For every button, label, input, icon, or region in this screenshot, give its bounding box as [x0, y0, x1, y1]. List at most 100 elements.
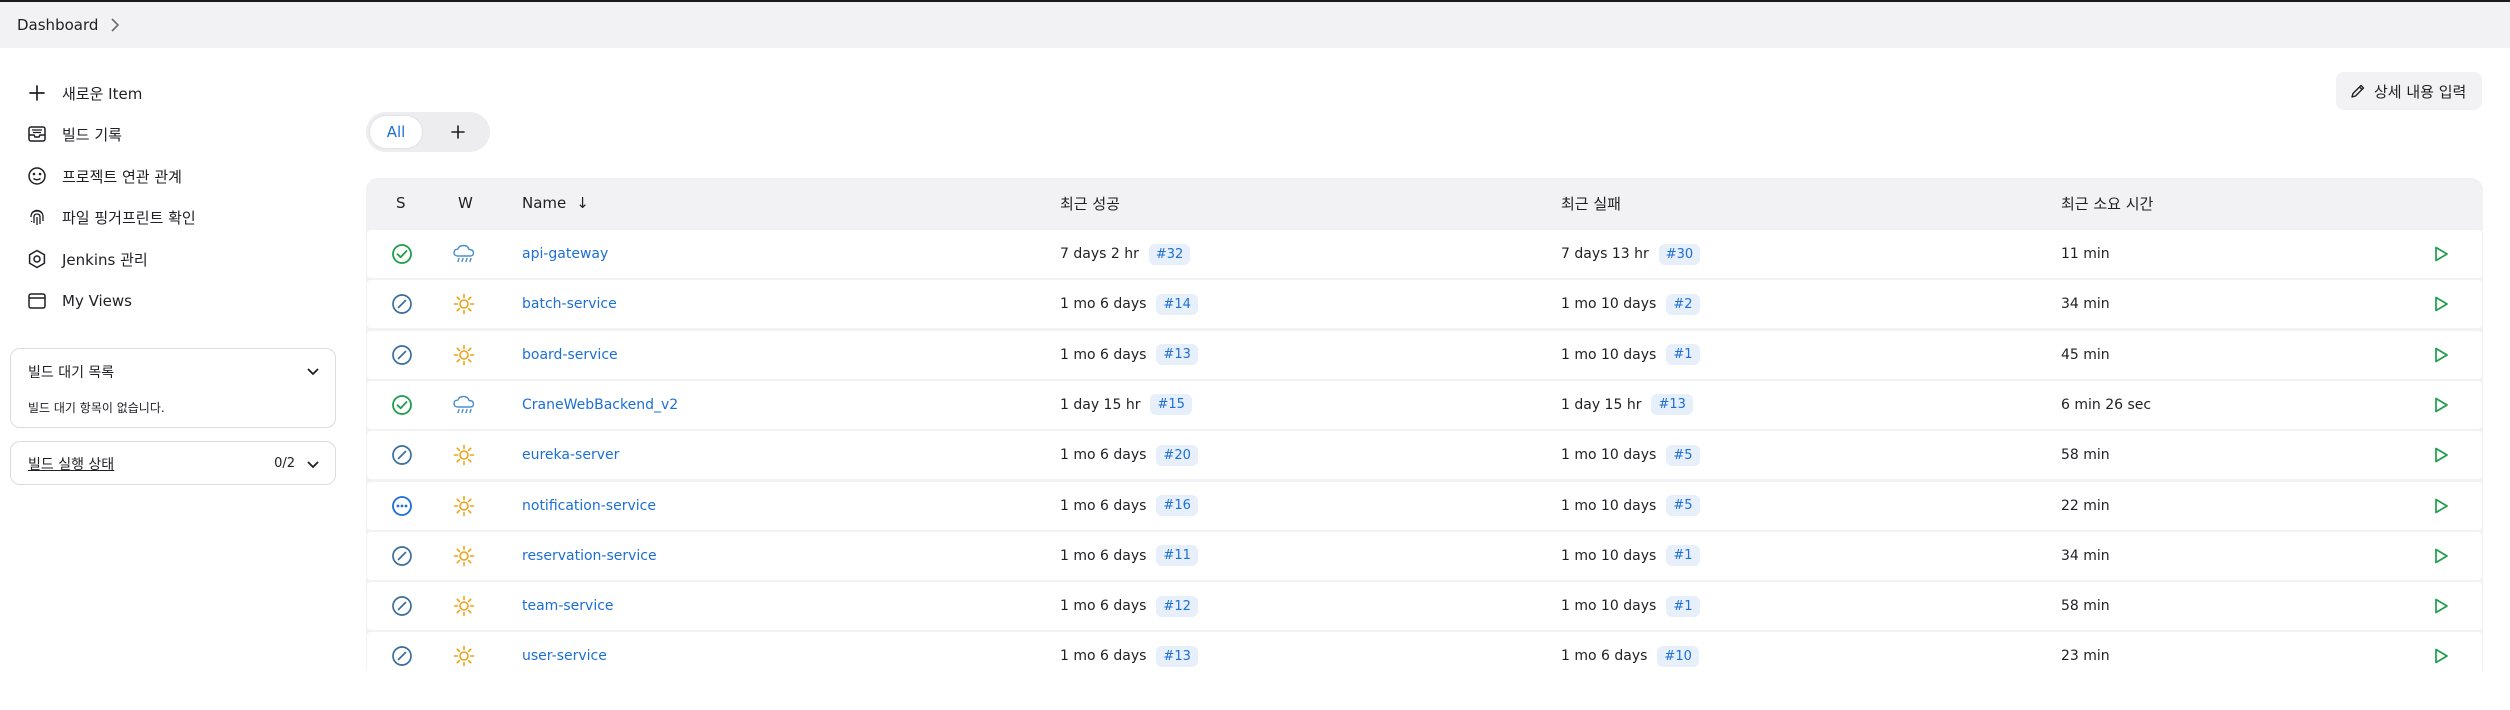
chevron-down-icon[interactable]: [305, 363, 321, 379]
sunny-weather-icon[interactable]: [449, 331, 479, 379]
job-name-link[interactable]: board-service: [522, 347, 618, 363]
run-build-button[interactable]: [2432, 331, 2450, 379]
job-name-link[interactable]: api-gateway: [522, 246, 608, 262]
column-header-last-success[interactable]: 최근 성공: [1060, 178, 1120, 228]
success-status-icon[interactable]: [387, 381, 417, 429]
sidebar-item-project-relations[interactable]: 프로젝트 연관 관계: [26, 162, 182, 190]
pencil-icon: [2350, 83, 2366, 99]
aborted-status-icon[interactable]: [387, 582, 417, 630]
run-build-button[interactable]: [2432, 381, 2450, 429]
sidebar-item-my-views[interactable]: My Views: [26, 287, 132, 315]
table-row: user-service 1 mo 6 days #13 1 mo 6 days…: [367, 632, 2482, 681]
rain-weather-icon[interactable]: [449, 230, 479, 278]
run-build-button[interactable]: [2432, 431, 2450, 479]
last-failure-build-link[interactable]: #5: [1666, 444, 1700, 466]
last-success-time: 1 day 15 hr: [1060, 396, 1141, 413]
plus-icon: [451, 125, 465, 139]
run-build-button[interactable]: [2432, 230, 2450, 278]
chevron-down-icon[interactable]: [305, 456, 321, 472]
last-success-build-link[interactable]: #13: [1156, 645, 1198, 667]
last-success-build-link[interactable]: #16: [1156, 495, 1198, 516]
last-success-build-link[interactable]: #12: [1156, 595, 1198, 617]
job-name-link[interactable]: reservation-service: [522, 548, 657, 564]
build-queue-empty-message: 빌드 대기 항목이 없습니다.: [28, 401, 165, 415]
table-header: S W Name ↓ 최근 성공 최근 실패 최근 소요 시간: [366, 178, 2483, 228]
run-build-button[interactable]: [2432, 280, 2450, 328]
rain-weather-icon[interactable]: [449, 381, 479, 429]
last-failure-time: 1 mo 10 days: [1561, 296, 1657, 313]
last-success-time: 1 mo 6 days: [1060, 648, 1147, 665]
not-built-status-icon[interactable]: [387, 482, 417, 530]
last-success-build-link[interactable]: #15: [1150, 394, 1192, 416]
last-failure-time: 1 mo 10 days: [1561, 346, 1657, 363]
last-success-build-link[interactable]: #32: [1148, 243, 1191, 265]
last-failure-build-link[interactable]: #30: [1658, 243, 1701, 265]
last-failure-time: 1 mo 10 days: [1561, 497, 1657, 514]
fingerprint-icon: [26, 206, 48, 228]
job-name-link[interactable]: notification-service: [522, 498, 656, 514]
aborted-status-icon[interactable]: [387, 632, 417, 680]
last-failure-build-link[interactable]: #2: [1666, 293, 1700, 315]
last-success-build-link[interactable]: #20: [1156, 444, 1198, 466]
last-duration: 45 min: [2061, 346, 2110, 363]
last-failure-build-link[interactable]: #13: [1651, 394, 1693, 416]
job-name-link[interactable]: CraneWebBackend_v2: [522, 397, 678, 413]
tab-all[interactable]: All: [370, 116, 422, 148]
aborted-status-icon[interactable]: [387, 431, 417, 479]
sidebar-item-label: 프로젝트 연관 관계: [62, 167, 182, 186]
job-name-link[interactable]: batch-service: [522, 296, 617, 312]
success-status-icon[interactable]: [387, 230, 417, 278]
last-failure-build-link[interactable]: #1: [1666, 545, 1700, 567]
column-header-last-duration[interactable]: 최근 소요 시간: [2061, 178, 2153, 228]
run-build-button[interactable]: [2432, 482, 2450, 530]
column-header-status[interactable]: S: [396, 178, 406, 228]
last-duration: 58 min: [2061, 598, 2110, 615]
table-row: eureka-server 1 mo 6 days #20 1 mo 10 da…: [367, 431, 2482, 480]
sidebar-item-manage-jenkins[interactable]: Jenkins 관리: [26, 245, 148, 273]
sunny-weather-icon[interactable]: [449, 431, 479, 479]
chevron-right-icon[interactable]: [110, 18, 120, 32]
last-failure-build-link[interactable]: #1: [1666, 595, 1700, 617]
last-success-build-link[interactable]: #13: [1156, 344, 1198, 366]
job-name-link[interactable]: team-service: [522, 598, 614, 614]
aborted-status-icon[interactable]: [387, 280, 417, 328]
sidebar-item-label: 빌드 기록: [62, 125, 122, 144]
table-row: board-service 1 mo 6 days #13 1 mo 10 da…: [367, 330, 2482, 379]
column-header-last-failure[interactable]: 최근 실패: [1561, 178, 1621, 228]
executor-status-title[interactable]: 빌드 실행 상태: [28, 454, 114, 474]
edit-description-button[interactable]: 상세 내용 입력: [2336, 72, 2482, 110]
last-success-build-link[interactable]: #14: [1156, 293, 1198, 315]
last-success-build-link[interactable]: #11: [1156, 545, 1198, 567]
column-header-weather[interactable]: W: [458, 178, 473, 228]
last-duration: 58 min: [2061, 447, 2110, 464]
sunny-weather-icon[interactable]: [449, 280, 479, 328]
sidebar-item-build-history[interactable]: 빌드 기록: [26, 120, 122, 148]
executor-status-panel: 빌드 실행 상태 0/2: [10, 441, 336, 485]
sunny-weather-icon[interactable]: [449, 532, 479, 580]
sidebar-item-label: My Views: [62, 292, 132, 310]
last-success-time: 1 mo 6 days: [1060, 497, 1147, 514]
sidebar-item-new-item[interactable]: 새로운 Item: [26, 79, 142, 107]
sunny-weather-icon[interactable]: [449, 632, 479, 680]
run-build-button[interactable]: [2432, 582, 2450, 630]
last-failure-build-link[interactable]: #1: [1666, 344, 1700, 366]
projects-table: S W Name ↓ 최근 성공 최근 실패 최근 소요 시간 api-gate…: [366, 178, 2483, 681]
sidebar-item-fingerprint[interactable]: 파일 핑거프린트 확인: [26, 203, 196, 231]
sunny-weather-icon[interactable]: [449, 482, 479, 530]
job-name-link[interactable]: user-service: [522, 648, 607, 664]
add-view-button[interactable]: [438, 116, 478, 148]
aborted-status-icon[interactable]: [387, 331, 417, 379]
sunny-weather-icon[interactable]: [449, 582, 479, 630]
last-failure-build-link[interactable]: #5: [1666, 495, 1700, 516]
last-failure-build-link[interactable]: #10: [1657, 645, 1699, 667]
sidebar-item-label: 새로운 Item: [62, 84, 143, 103]
column-header-name[interactable]: Name ↓: [522, 178, 589, 228]
breadcrumb-dashboard-link[interactable]: Dashboard: [17, 16, 98, 34]
run-build-button[interactable]: [2432, 532, 2450, 580]
plus-icon: [26, 82, 48, 104]
window-icon: [26, 290, 48, 312]
aborted-status-icon[interactable]: [387, 532, 417, 580]
job-name-link[interactable]: eureka-server: [522, 447, 619, 463]
run-build-button[interactable]: [2432, 632, 2450, 680]
build-queue-title: 빌드 대기 목록: [28, 365, 115, 381]
